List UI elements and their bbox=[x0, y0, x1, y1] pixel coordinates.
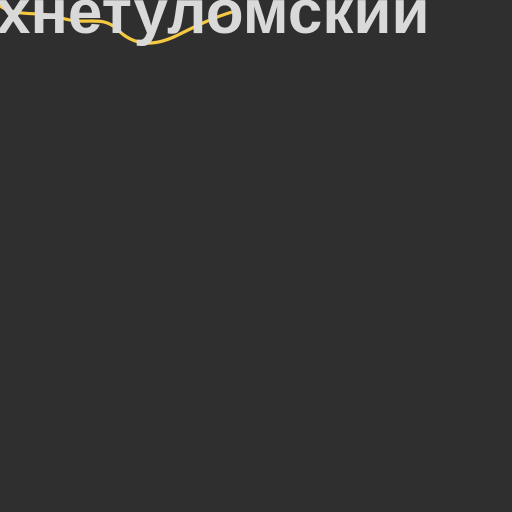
place-label: хнетуломскии bbox=[0, 0, 512, 62]
map-viewport[interactable]: хнетуломскии bbox=[0, 0, 512, 512]
place-title: хнетуломскии bbox=[0, 0, 430, 47]
